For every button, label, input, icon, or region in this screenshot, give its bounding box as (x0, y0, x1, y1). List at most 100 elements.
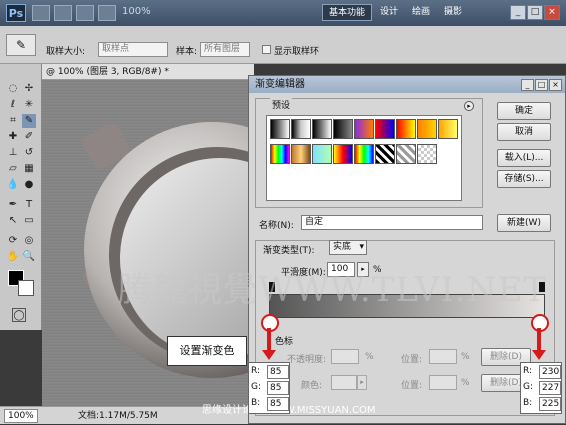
quick-mask-icon[interactable]: ◯ (12, 308, 26, 322)
left-arrow-shaft (267, 328, 271, 350)
preset-swatch[interactable] (354, 119, 374, 139)
ok-button[interactable]: 确定 (497, 102, 551, 120)
name-input[interactable]: 自定 (301, 215, 483, 230)
preset-swatch[interactable] (270, 144, 290, 164)
save-button[interactable]: 存储(S)... (497, 170, 551, 188)
right-arrow-shaft (537, 328, 541, 350)
preset-swatch[interactable] (333, 144, 353, 164)
preset-swatch[interactable] (270, 119, 290, 139)
presets-group: 预设 ▸ (255, 98, 483, 208)
background-color-swatch[interactable] (18, 280, 34, 296)
left-g-value: 85 (267, 381, 289, 395)
preset-swatch[interactable] (396, 144, 416, 164)
zoom-tool-icon[interactable]: 🔍 (22, 250, 36, 264)
magic-wand-icon[interactable]: ✳ (22, 98, 36, 112)
preset-swatch[interactable] (438, 119, 458, 139)
minimize-icon[interactable]: _ (510, 5, 526, 20)
workspace-basic[interactable]: 基本功能 (322, 4, 373, 21)
preset-swatch[interactable] (396, 119, 416, 139)
workspace-design[interactable]: 设计 (374, 4, 404, 21)
preset-swatch[interactable] (291, 119, 311, 139)
color-label: 颜色: (301, 381, 323, 391)
marquee-tool-icon[interactable]: ◌ (6, 82, 20, 96)
maximize-icon[interactable]: □ (527, 5, 543, 20)
preset-swatch[interactable] (417, 144, 437, 164)
opacity-location-input[interactable] (429, 349, 457, 364)
dialog-minimize-icon[interactable]: _ (521, 79, 534, 91)
3d-orbit-icon[interactable]: ◎ (22, 234, 36, 248)
clone-stamp-icon[interactable]: ⊥ (6, 146, 20, 160)
eyedropper-icon[interactable]: ✎ (6, 34, 36, 56)
preset-swatch[interactable] (375, 119, 395, 139)
preset-swatch[interactable] (291, 144, 311, 164)
arrange-documents-icon[interactable] (98, 5, 116, 21)
gradient-type-select[interactable]: 实底 ▾ (329, 240, 367, 255)
sample-size-label: 取样大小: (46, 47, 86, 57)
view-extras-icon[interactable] (76, 5, 94, 21)
preset-swatch[interactable] (375, 144, 395, 164)
load-button[interactable]: 载入(L)... (497, 149, 551, 167)
show-ring-label: 显示取样环 (274, 47, 320, 57)
dialog-close-icon[interactable]: × (549, 79, 562, 91)
presets-menu-icon[interactable]: ▸ (464, 101, 474, 111)
right-b-label: B: (523, 398, 533, 408)
cancel-button[interactable]: 取消 (497, 123, 551, 141)
left-arrow-head-icon (262, 350, 276, 360)
new-button[interactable]: 新建(W) (497, 214, 551, 232)
opacity-input[interactable] (331, 349, 359, 364)
workspace-painting[interactable]: 绘画 (406, 4, 436, 21)
healing-brush-icon[interactable]: ✚ (6, 130, 20, 144)
opacity-location-percent: % (461, 352, 470, 362)
right-r-label: R: (523, 366, 533, 376)
bridge-icon[interactable] (32, 5, 50, 21)
preset-swatch[interactable] (312, 144, 332, 164)
hand-tool-icon[interactable]: ✋ (6, 250, 20, 264)
name-label: 名称(N): (259, 221, 294, 231)
crop-tool-icon[interactable]: ⌗ (6, 114, 20, 128)
color-chevron-icon[interactable]: ▸ (357, 375, 367, 390)
type-tool-icon[interactable]: T (22, 198, 36, 212)
dodge-tool-icon[interactable]: ● (22, 178, 36, 192)
presets-grid (266, 115, 462, 201)
gradient-tool-icon[interactable]: ▦ (22, 162, 36, 176)
preset-swatch[interactable] (333, 119, 353, 139)
photoshop-logo: Ps (6, 4, 26, 22)
dialog-title: 渐变编辑器 (249, 76, 565, 93)
pen-tool-icon[interactable]: ✒ (6, 198, 20, 212)
close-icon[interactable]: × (544, 5, 560, 20)
status-zoom[interactable]: 100% (4, 409, 38, 423)
brush-tool-icon[interactable]: ✐ (22, 130, 36, 144)
preset-swatch[interactable] (312, 119, 332, 139)
application-bar: Ps 100% 基本功能 设计 绘画 摄影 _ □ × 文件(F)编辑(E)图像… (0, 0, 566, 26)
right-r-value: 230 (539, 365, 561, 379)
left-r-label: R: (251, 366, 261, 376)
color-location-percent: % (461, 378, 470, 388)
eyedropper-tool-icon[interactable]: ✎ (22, 114, 36, 128)
stops-label: 色标 (275, 337, 294, 347)
shape-tool-icon[interactable]: ▭ (22, 214, 36, 228)
dialog-maximize-icon[interactable]: □ (535, 79, 548, 91)
preset-swatch[interactable] (354, 144, 374, 164)
color-location-input[interactable] (429, 375, 457, 390)
eraser-icon[interactable]: ▱ (6, 162, 20, 176)
sample-select[interactable]: 所有图层 (200, 42, 250, 57)
history-brush-icon[interactable]: ↺ (22, 146, 36, 160)
zoom-level[interactable]: 100% (122, 6, 151, 17)
3d-rotate-icon[interactable]: ⟳ (6, 234, 20, 248)
sample-size-select[interactable]: 取样点 (98, 42, 168, 57)
tools-panel: ◌ ✢ ℓ ✳ ⌗ ✎ ✚ ✐ ⊥ ↺ ▱ ▦ 💧 ● ✒ T ↖ ▭ ⟳ ◎ … (0, 64, 42, 330)
preset-swatch[interactable] (417, 119, 437, 139)
mini-bridge-icon[interactable] (54, 5, 72, 21)
color-location-label: 位置: (401, 381, 423, 391)
workspace-photography[interactable]: 摄影 (438, 4, 468, 21)
path-selection-icon[interactable]: ↖ (6, 214, 20, 228)
document-tab[interactable]: @ 100% (图层 3, RGB/8#) * (42, 64, 254, 80)
instruction-callout: 设置渐变色 (167, 336, 247, 366)
blur-tool-icon[interactable]: 💧 (6, 178, 20, 192)
right-arrow-head-icon (532, 350, 546, 360)
color-swatch-input[interactable] (331, 375, 357, 390)
lasso-tool-icon[interactable]: ℓ (6, 98, 20, 112)
move-tool-icon[interactable]: ✢ (22, 82, 36, 96)
dialog-title-text: 渐变编辑器 (255, 79, 305, 90)
show-ring-checkbox[interactable] (262, 45, 271, 54)
